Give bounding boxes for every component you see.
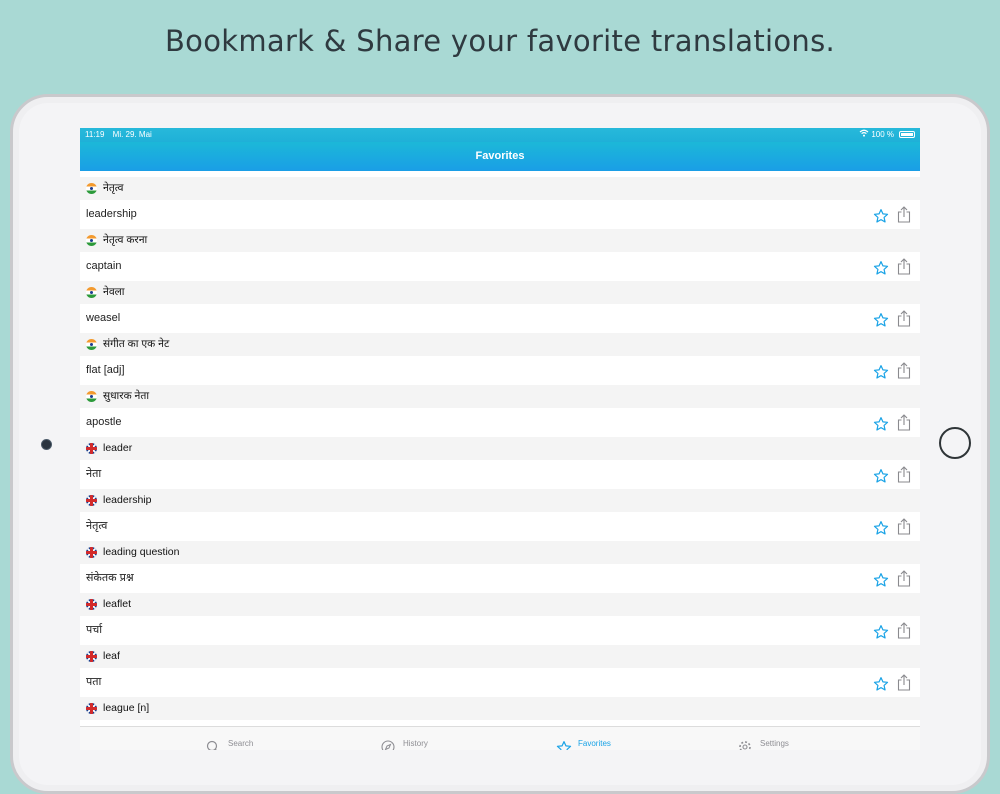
share-icon[interactable]: [897, 674, 911, 691]
favorite-translation: leadership: [86, 208, 137, 220]
india-flag-icon: [86, 391, 97, 402]
favorite-translation-row[interactable]: weasel: [80, 304, 920, 333]
battery-percent: 100 %: [871, 130, 894, 139]
star-icon[interactable]: [873, 363, 889, 379]
uk-flag-icon: [86, 495, 97, 506]
favorite-translation-row[interactable]: नेता: [80, 460, 920, 489]
camera-icon: [41, 439, 52, 450]
share-icon[interactable]: [897, 622, 911, 639]
favorite-translation-row[interactable]: leadership: [80, 200, 920, 229]
favorite-translation: संकेतक प्रश्न: [86, 572, 134, 584]
headline: Bookmark & Share your favorite translati…: [164, 24, 836, 58]
favorite-term-row[interactable]: leaf: [80, 645, 920, 668]
tab-label: Search: [228, 739, 254, 748]
tab-label: Settings: [760, 739, 789, 748]
india-flag-icon: [86, 235, 97, 246]
india-flag-icon: [86, 183, 97, 194]
battery-icon: [899, 131, 915, 138]
nav-title: Favorites: [475, 150, 525, 162]
favorite-translation-row[interactable]: flat [adj]: [80, 356, 920, 385]
favorite-translation: captain: [86, 260, 122, 272]
tab-bar: Search History Favorites Settings: [80, 726, 920, 750]
favorites-list: नेतृत्व leadership नेतृत्व करना captain नेवल…: [80, 177, 920, 749]
status-bar: 11:19 Mi. 29. Mai 100 %: [80, 128, 920, 142]
favorite-term-row[interactable]: नेतृत्व: [80, 177, 920, 200]
star-icon[interactable]: [873, 207, 889, 223]
star-icon[interactable]: [873, 571, 889, 587]
favorite-term: league [n]: [103, 702, 150, 714]
star-icon[interactable]: [873, 623, 889, 639]
favorite-translation-row[interactable]: संकेतक प्रश्न: [80, 564, 920, 593]
star-icon[interactable]: [873, 675, 889, 691]
favorite-translation: नेतृत्व: [86, 520, 108, 532]
uk-flag-icon: [86, 599, 97, 610]
favorite-translation-row[interactable]: नेतृत्व: [80, 512, 920, 541]
favorite-term: leader: [103, 442, 133, 454]
favorite-term-row[interactable]: सुधारक नेता: [80, 385, 920, 408]
favorite-translation-row[interactable]: पर्चा: [80, 616, 920, 645]
favorite-translation: flat [adj]: [86, 364, 125, 376]
status-date: Mi. 29. Mai: [112, 130, 152, 139]
favorite-term: सुधारक नेता: [103, 390, 150, 402]
favorite-translation-row[interactable]: apostle: [80, 408, 920, 437]
favorite-term: नेवला: [103, 286, 125, 298]
favorite-term: leadership: [103, 494, 152, 506]
share-icon[interactable]: [897, 518, 911, 535]
favorite-translation: पर्चा: [86, 624, 103, 636]
favorite-translation-row[interactable]: पता: [80, 668, 920, 697]
star-icon[interactable]: [873, 259, 889, 275]
star-icon[interactable]: [873, 467, 889, 483]
favorite-term-row[interactable]: संगीत का एक नेट: [80, 333, 920, 356]
share-icon[interactable]: [897, 310, 911, 327]
app-screen: 11:19 Mi. 29. Mai 100 % Favorites नेतृत्…: [80, 128, 920, 750]
favorite-term-row[interactable]: leadership: [80, 489, 920, 512]
share-icon[interactable]: [897, 570, 911, 587]
favorite-term-row[interactable]: नेवला: [80, 281, 920, 304]
favorite-translation: apostle: [86, 416, 122, 428]
favorite-term-row[interactable]: नेतृत्व करना: [80, 229, 920, 252]
favorite-translation-row[interactable]: captain: [80, 252, 920, 281]
favorite-term-row[interactable]: leading question: [80, 541, 920, 564]
favorite-term: leaf: [103, 650, 120, 662]
india-flag-icon: [86, 287, 97, 298]
favorite-term-row[interactable]: league [n]: [80, 697, 920, 720]
share-icon[interactable]: [897, 414, 911, 431]
uk-flag-icon: [86, 703, 97, 714]
share-icon[interactable]: [897, 258, 911, 275]
india-flag-icon: [86, 339, 97, 350]
favorite-term: संगीत का एक नेट: [103, 338, 170, 350]
favorite-term-row[interactable]: leader: [80, 437, 920, 460]
share-icon[interactable]: [897, 206, 911, 223]
nav-bar: Favorites: [80, 142, 920, 171]
favorite-term-row[interactable]: leaflet: [80, 593, 920, 616]
favorite-term: नेतृत्व करना: [103, 234, 148, 246]
favorite-translation: नेता: [86, 468, 102, 480]
favorite-term: नेतृत्व: [103, 182, 124, 194]
favorite-translation: पता: [86, 676, 102, 688]
tab-label: History: [403, 739, 428, 748]
wifi-icon: [859, 129, 871, 139]
tab-label: Favorites: [578, 739, 611, 748]
favorite-translation: weasel: [86, 312, 121, 324]
favorite-term: leading question: [103, 546, 180, 558]
share-icon[interactable]: [897, 362, 911, 379]
share-icon[interactable]: [897, 466, 911, 483]
star-icon[interactable]: [873, 519, 889, 535]
uk-flag-icon: [86, 547, 97, 558]
uk-flag-icon: [86, 443, 97, 454]
favorite-term: leaflet: [103, 598, 132, 610]
home-button[interactable]: [939, 427, 971, 459]
uk-flag-icon: [86, 651, 97, 662]
status-time: 11:19: [85, 130, 105, 139]
star-icon[interactable]: [873, 415, 889, 431]
star-icon[interactable]: [873, 311, 889, 327]
